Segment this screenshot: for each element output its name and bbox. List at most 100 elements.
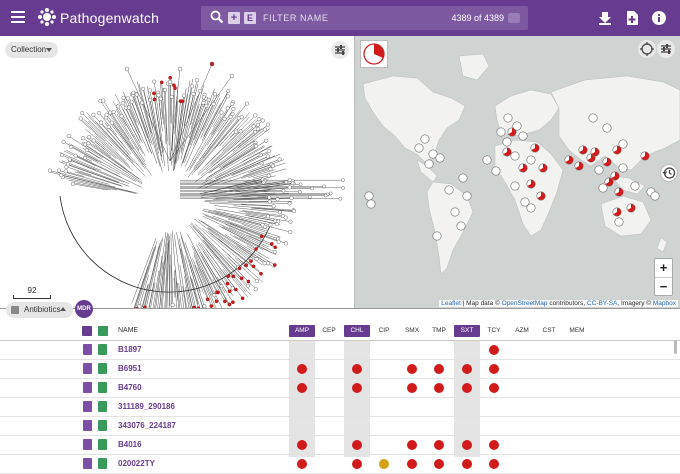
resistant-marker xyxy=(434,364,444,374)
europe-shape xyxy=(495,90,559,136)
world-map[interactable] xyxy=(355,36,680,308)
antibiotics-label: Antibiotics xyxy=(24,305,60,314)
annotation-file-icon[interactable] xyxy=(98,401,107,412)
add-document-icon[interactable] xyxy=(624,10,640,26)
genome-name[interactable]: B1897 xyxy=(118,345,142,354)
antibiotic-header-cip[interactable]: CIP xyxy=(371,325,397,337)
tree-scale-bar xyxy=(13,295,51,299)
antibiotic-header-mem[interactable]: MEM xyxy=(564,325,590,337)
antibiotic-header-amp[interactable]: AMP xyxy=(289,325,315,337)
filter-input[interactable]: FILTER NAME xyxy=(263,13,328,23)
genome-file-icon[interactable] xyxy=(83,439,92,450)
resistance-pie-legend[interactable] xyxy=(360,40,388,68)
zoom-in-button[interactable]: + xyxy=(655,259,672,277)
tree-scale-value: 92 xyxy=(13,286,51,295)
horizontal-divider[interactable] xyxy=(0,308,680,309)
resistant-marker xyxy=(352,364,362,374)
table-row[interactable]: 343076_224187 xyxy=(0,416,680,436)
pie-chart-icon xyxy=(361,41,387,67)
resistant-marker xyxy=(489,364,499,374)
zoom-control: + − xyxy=(654,258,673,296)
genome-file-icon[interactable] xyxy=(83,363,92,374)
table-view-icon xyxy=(11,306,19,314)
history-button[interactable] xyxy=(660,164,678,182)
crosshair-icon xyxy=(638,40,656,58)
annotation-file-icon[interactable] xyxy=(98,344,107,355)
annotation-file-icon[interactable] xyxy=(98,439,107,450)
osm-link[interactable]: OpenStreetMap xyxy=(502,300,548,307)
download-all-genomes-icon[interactable] xyxy=(82,326,92,336)
locate-button[interactable] xyxy=(638,40,656,58)
genome-name[interactable]: B4760 xyxy=(118,383,142,392)
resistant-marker xyxy=(434,383,444,393)
antibiotic-header-azm[interactable]: AZM xyxy=(509,325,535,337)
genome-file-icon[interactable] xyxy=(83,420,92,431)
resistant-marker xyxy=(434,440,444,450)
genome-file-icon[interactable] xyxy=(83,458,92,469)
download-all-annotations-icon[interactable] xyxy=(98,326,108,336)
genome-name[interactable]: B4016 xyxy=(118,440,142,449)
download-icon[interactable] xyxy=(597,10,613,26)
table-scrollbar[interactable] xyxy=(674,340,677,354)
annotation-file-icon[interactable] xyxy=(98,363,107,374)
add-filter-button[interactable]: + xyxy=(228,12,240,24)
annotation-file-icon[interactable] xyxy=(98,382,107,393)
resistant-marker xyxy=(297,364,307,374)
resistant-marker xyxy=(489,345,499,355)
genome-file-icon[interactable] xyxy=(83,344,92,355)
table-row[interactable]: B6951 xyxy=(0,359,680,379)
resistant-marker xyxy=(462,383,472,393)
antibiotic-header-tcy[interactable]: TCY xyxy=(481,325,507,337)
resistant-marker xyxy=(489,459,499,469)
antibiotic-header-smx[interactable]: SMX xyxy=(399,325,425,337)
resistant-marker xyxy=(297,383,307,393)
table-row[interactable]: B1897 xyxy=(0,340,680,360)
australia-shape xyxy=(601,196,651,236)
edit-filter-button[interactable]: E xyxy=(244,12,256,24)
map-panel[interactable]: + − Leaflet | Map data © OpenStreetMap c… xyxy=(355,36,680,308)
menu-icon[interactable] xyxy=(11,11,25,23)
chevron-up-icon xyxy=(60,307,66,311)
annotation-file-icon[interactable] xyxy=(98,420,107,431)
pathogenwatch-logo[interactable] xyxy=(37,7,57,27)
genome-name[interactable]: 020022TY xyxy=(118,459,155,468)
resistant-marker xyxy=(407,383,417,393)
resistant-marker xyxy=(297,440,307,450)
genome-file-icon[interactable] xyxy=(83,401,92,412)
phylogenetic-tree-panel: Collection 92 xyxy=(0,36,354,308)
phylogenetic-tree[interactable] xyxy=(0,36,354,308)
genome-name[interactable]: B6951 xyxy=(118,364,142,373)
antibiotic-header-sxt[interactable]: SXT xyxy=(454,325,480,337)
clear-filter-button[interactable] xyxy=(508,13,520,23)
north-america-shape xyxy=(363,76,465,162)
resistant-marker xyxy=(489,440,499,450)
genome-name[interactable]: 311189_290186 xyxy=(118,402,175,411)
zoom-out-button[interactable]: − xyxy=(655,277,672,295)
leaflet-link[interactable]: Leaflet xyxy=(441,300,461,307)
antibiotic-header-chl[interactable]: CHL xyxy=(344,325,370,337)
antibiotic-header-cst[interactable]: CST xyxy=(536,325,562,337)
map-settings-button[interactable] xyxy=(657,40,675,58)
brand-name[interactable]: Pathogenwatch xyxy=(60,10,159,26)
genome-count: 4389 of 4389 xyxy=(451,13,504,23)
resistant-marker xyxy=(352,383,362,393)
mapbox-link[interactable]: Mapbox xyxy=(653,300,676,307)
table-row[interactable]: 020022TY xyxy=(0,454,680,474)
table-row[interactable]: B4760 xyxy=(0,378,680,398)
filter-bar[interactable]: + E FILTER NAME 4389 of 4389 xyxy=(201,6,528,30)
tree-branches xyxy=(50,64,343,308)
intermediate-marker xyxy=(379,459,389,469)
table-row[interactable]: 311189_290186 xyxy=(0,397,680,417)
antibiotic-header-cep[interactable]: CEP xyxy=(316,325,342,337)
genome-name[interactable]: 343076_224187 xyxy=(118,421,176,430)
info-icon[interactable] xyxy=(651,10,667,26)
genome-file-icon[interactable] xyxy=(83,382,92,393)
antibiotics-dropdown[interactable]: Antibiotics xyxy=(6,302,73,318)
table-row[interactable]: B4016 xyxy=(0,435,680,455)
annotation-file-icon[interactable] xyxy=(98,458,107,469)
name-column-header[interactable]: NAME xyxy=(118,327,138,334)
mdr-badge[interactable]: MDR xyxy=(75,300,93,318)
cc-by-sa-link[interactable]: CC-BY-SA xyxy=(587,300,617,307)
resistant-marker xyxy=(407,459,417,469)
antibiotic-header-tmp[interactable]: TMP xyxy=(426,325,452,337)
